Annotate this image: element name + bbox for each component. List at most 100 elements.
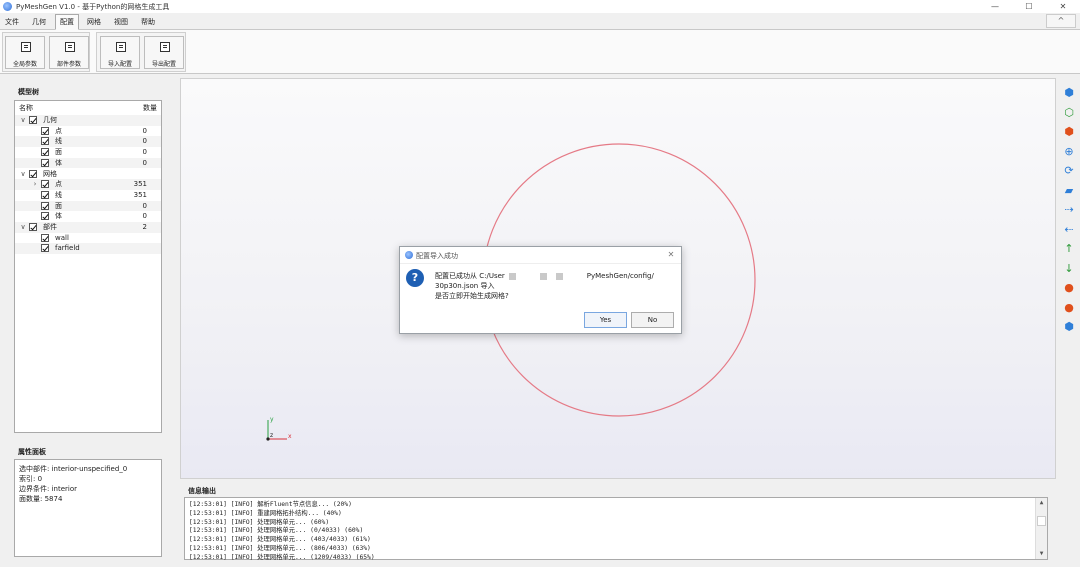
expand-arrow-icon[interactable]: ∨ [19,115,27,126]
tree-checkbox[interactable] [41,212,49,221]
view-z-minus-icon[interactable]: ● [1060,299,1078,317]
log-line: [12:53:01] [INFO] 解析Fluent节点信息... (20%) [189,501,352,508]
iso-view-icon[interactable]: ⬢ [1060,318,1078,336]
tree-row[interactable]: 体0 [15,211,161,222]
tree-row[interactable]: › 点 351 [15,179,161,190]
rotate-icon[interactable]: ⟳ [1060,162,1078,180]
scroll-thumb[interactable] [1037,516,1046,526]
tree-item-count: 0 [142,212,147,221]
tree-item-count: 0 [142,158,147,167]
tree-checkbox[interactable] [41,244,49,253]
tree-row[interactable]: 面0 [15,147,161,158]
info-output-log: [12:53:01] [INFO] 解析Fluent节点信息... (20%)[… [184,497,1048,561]
view-y-minus-icon[interactable]: ↓ [1060,260,1078,278]
tree-checkbox[interactable] [41,126,49,135]
redacted-block [555,272,563,280]
global-params-button[interactable]: 全局参数 [5,36,45,69]
tree-item-label: 面 [55,201,62,210]
properties-title: 属性面板 [18,448,46,456]
tree-row[interactable]: wall [15,233,161,244]
window-title: PyMeshGen V1.0 - 基于Python的网格生成工具 [16,2,170,11]
tree-row[interactable]: 线0 [15,136,161,148]
tree-checkbox[interactable] [41,233,49,242]
cube-blue-icon[interactable]: ⬢ [1060,84,1078,102]
view-x-minus-icon[interactable]: ⇠ [1060,221,1078,239]
log-line: [12:53:01] [INFO] 处理网格单元... (1209/4033) … [189,553,375,561]
tree-checkbox[interactable] [29,223,37,231]
view-y-plus-icon[interactable]: ↑ [1060,240,1078,258]
expand-arrow-icon[interactable]: ∨ [19,222,27,233]
tab-help[interactable]: 帮助 [137,14,159,30]
col-name-header: 名称 [19,104,33,112]
tree-row[interactable]: 体0 [15,157,161,169]
tree-item-label: 几何 [43,116,57,124]
scroll-down-icon[interactable]: ▼ [1036,549,1047,559]
dialog-title-bar: 配置导入成功 ✕ [400,247,681,264]
status-strip [0,562,1080,567]
title-bar: PyMeshGen V1.0 - 基于Python的网格生成工具 — ☐ ✕ [0,0,1080,13]
tree-row[interactable]: farfield [15,243,161,255]
zoom-fit-icon[interactable]: ⊕ [1060,143,1078,161]
yes-button[interactable]: Yes [584,312,627,328]
tree-checkbox[interactable] [41,201,49,210]
model-tree: 名称 数量 ∨ 几何点 0 线 0 面 0 体 0 ∨ 网格 › 点 351 线 351 面 0 体 0 ∨ 部件 2 wal… [14,100,162,433]
dialog-title: 配置导入成功 [416,252,458,260]
log-line: [12:53:01] [INFO] 处理网格单元... (403/4033) (… [189,536,371,544]
expand-arrow-icon[interactable]: › [31,179,39,190]
view-x-plus-icon[interactable]: ⇢ [1060,201,1078,219]
question-icon: ? [406,269,424,287]
tree-item-count: 0 [142,137,147,146]
maximize-button[interactable]: ☐ [1012,0,1046,13]
close-button[interactable]: ✕ [1046,0,1080,13]
layers-icon[interactable]: ▰ [1060,182,1078,200]
tree-item-label: 线 [55,137,62,146]
tree-item-label: farfield [55,244,80,253]
tree-row[interactable]: 面0 [15,200,161,212]
scroll-up-icon[interactable]: ▲ [1036,498,1047,508]
tree-item-count: 351 [133,190,147,199]
dialog-close-button[interactable]: ✕ [665,249,677,261]
properties-panel: 选中部件: interior-unspecified_0 索引: 0 边界条件:… [14,459,162,557]
tree-checkbox[interactable] [41,158,49,167]
tree-row[interactable]: 线 351 [15,190,161,201]
log-line: [12:53:01] [INFO] 重建网格拓扑结构... (40%) [189,509,342,517]
tree-row[interactable]: ∨ 几何 [15,115,161,126]
tree-row[interactable]: ∨ 部件 2 [15,222,161,233]
minimize-button[interactable]: — [978,0,1012,13]
tree-item-count: 2 [142,223,147,231]
model-tree-title: 模型树 [18,88,39,96]
tree-checkbox[interactable] [41,137,49,146]
import-doc-icon [116,42,126,52]
tree-checkbox[interactable] [41,148,49,157]
log-scrollbar[interactable]: ▲ ▼ [1035,498,1047,559]
prop-face-count: 面数量: 5874 [19,495,63,503]
right-toolbar: ⬢ ⬡ ⬢ ⊕ ⟳ ▰ ⇢ ⇠ ↑ ↓ ● ● ⬢ [1058,80,1080,560]
tab-mesh[interactable]: 网格 [83,14,105,30]
axis-triad: y x z [266,416,292,441]
collapse-ribbon-button[interactable]: ^ [1046,14,1076,28]
tree-row[interactable]: 点0 [15,126,161,137]
part-params-button[interactable]: 部件参数 [49,36,89,69]
tab-config[interactable]: 配置 [55,14,79,30]
dialog-message-line1: 配置已成功从 C:/User PyMeshGen/config/ [435,271,654,281]
export-config-button[interactable]: 导出配置 [144,36,184,69]
log-line: [12:53:01] [INFO] 处理网格单元... (806/4033) (… [189,545,371,552]
tree-checkbox[interactable] [29,169,37,178]
dialog-path-end: PyMeshGen/config/ [586,272,654,280]
expand-arrow-icon[interactable]: ∨ [19,169,27,180]
import-config-button[interactable]: 导入配置 [100,36,140,69]
tree-checkbox[interactable] [29,116,37,124]
view-z-plus-icon[interactable]: ● [1060,279,1078,297]
no-button[interactable]: No [631,312,674,328]
tab-geometry[interactable]: 几何 [28,14,50,30]
cube-green-icon[interactable]: ⬡ [1060,104,1078,122]
tree-item-count: 0 [142,148,147,157]
ribbon-group-config: 导入配置 导出配置 [96,32,186,72]
tree-checkbox[interactable] [41,190,49,199]
tree-row[interactable]: ∨ 网格 [15,169,161,180]
window-controls: — ☐ ✕ [978,0,1080,13]
tab-view[interactable]: 视图 [110,14,132,30]
tree-checkbox[interactable] [41,180,49,189]
cube-orange-icon[interactable]: ⬢ [1060,123,1078,141]
tab-file[interactable]: 文件 [2,14,22,30]
